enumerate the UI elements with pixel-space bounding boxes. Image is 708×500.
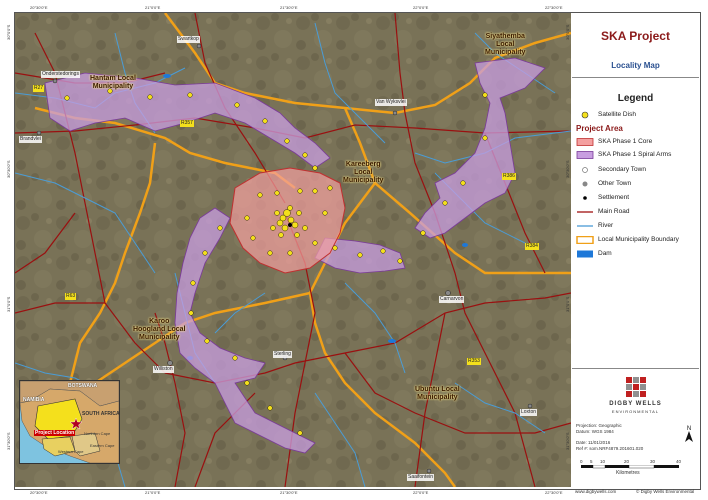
scale-bar: 0 5 10 20 30 40 Kilometres [580, 459, 690, 479]
municipality-label-ubuntu: Ubuntu Local Municipality [415, 386, 460, 401]
coord-bottom: 22°0'0"E [413, 490, 429, 495]
settlement-marker [288, 223, 292, 227]
inset-label: NAMIBIA [23, 397, 45, 403]
dam-icon [577, 250, 593, 258]
logo-sub: ENVIRONMENTAL [611, 409, 660, 414]
coord-bottom: 21°0'0"E [145, 490, 161, 495]
north-arrow-icon: N [685, 426, 693, 442]
dish-symbol-icon [581, 111, 589, 119]
scale-bar-graphic [581, 465, 679, 469]
town-label: Saaifontein [407, 474, 435, 481]
core-symbol-icon [576, 138, 594, 146]
town-label: Sterling [273, 351, 292, 358]
municipality-label-siyathemba: Siyathemba Local Municipality [485, 33, 526, 56]
coord-top: 20°30'0"E [30, 5, 48, 10]
coord-top: 22°0'0"E [413, 5, 429, 10]
road-shield: R353 [467, 358, 481, 365]
digby-wells-logo-icon [626, 377, 646, 397]
other-town-icon [582, 181, 588, 187]
secondary-town-icon [582, 167, 588, 173]
road-shield: R357 [180, 120, 194, 127]
info-projection: Projection: Geographic [576, 423, 622, 428]
scale-unit: Kilometres [616, 470, 640, 476]
coord-right: 30°0'0"S [565, 24, 570, 40]
inset-label: Eastern Cape [90, 443, 115, 448]
coord-left: 31°30'0"S [6, 432, 11, 450]
map-subtitle: Locality Map [611, 61, 660, 70]
footer-website: www.digbywells.com [575, 489, 617, 494]
town-label: Williston [153, 366, 174, 373]
road-line-icon [577, 211, 593, 213]
inset-project-location: Project Location [34, 430, 76, 436]
map-sidebar: SKA Project Locality Map Legend Satellit… [572, 13, 699, 487]
inset-locator-map: BOTSWANA NAMIBIA SOUTH AFRICA Northern C… [19, 380, 120, 464]
road-shield: R384 [525, 243, 539, 250]
info-ref: Ref #: som.NRF4879.201601.020 [576, 446, 644, 451]
town-label: Onderstedorings [41, 71, 80, 78]
inset-label: BOTSWANA [68, 383, 98, 389]
legend-project-area-heading: Project Area [576, 124, 623, 133]
settlement-icon [583, 196, 587, 200]
coord-right: 30°30'0"S [565, 160, 570, 178]
info-datum: Datum: WGS 1984 [576, 429, 614, 434]
footer-copyright: © Digby Wells Environmental [636, 489, 695, 494]
river-line-icon [577, 225, 593, 227]
road-shield: R27 [33, 85, 45, 92]
coord-bottom: 20°30'0"E [30, 490, 48, 495]
coord-left: 30°30'0"S [6, 160, 11, 178]
coord-right: 31°0'0"S [565, 296, 570, 312]
town-label: Brandvlei [19, 136, 42, 143]
arms-symbol-icon [576, 151, 594, 159]
logo-name: DIGBY WELLS [609, 401, 662, 407]
coord-top: 22°30'0"E [545, 5, 563, 10]
info-date: Date: 11/01/2016 [576, 440, 611, 445]
coord-left: 30°0'0"S [6, 24, 11, 40]
inset-label: SOUTH AFRICA [82, 411, 120, 417]
inset-label: Northern Cape [84, 431, 111, 436]
municipality-label-karoo: Karoo Hoogland Local Municipality [133, 318, 186, 341]
coord-top: 21°30'0"E [280, 5, 298, 10]
boundary-icon [576, 236, 594, 244]
road-shield: R63 [65, 293, 77, 300]
logo-block: DIGBY WELLS ENVIRONMENTAL [572, 368, 699, 424]
coord-left: 31°0'0"S [6, 296, 11, 312]
title-block: SKA Project Locality Map [572, 13, 699, 78]
coord-right: 31°30'0"S [565, 432, 570, 450]
coord-bottom: 21°30'0"E [280, 490, 298, 495]
town-label: Van Wyksvlei [375, 99, 407, 106]
inset-label: Western Cape [58, 449, 84, 454]
map-title: SKA Project [601, 29, 670, 43]
coord-bottom: 22°30'0"E [545, 490, 563, 495]
town-label: Loxton [520, 409, 538, 416]
road-shield: R386 [502, 173, 516, 180]
town-label: Carnarvon [439, 296, 465, 303]
municipality-label-hantam: Hantam Local Municipality [90, 75, 136, 90]
municipality-label-kareeberg: Kareeberg Local Municipality [343, 161, 384, 184]
coord-top: 21°0'0"E [145, 5, 161, 10]
town-label: Swartkop [177, 36, 200, 43]
legend-title: Legend [617, 93, 654, 104]
